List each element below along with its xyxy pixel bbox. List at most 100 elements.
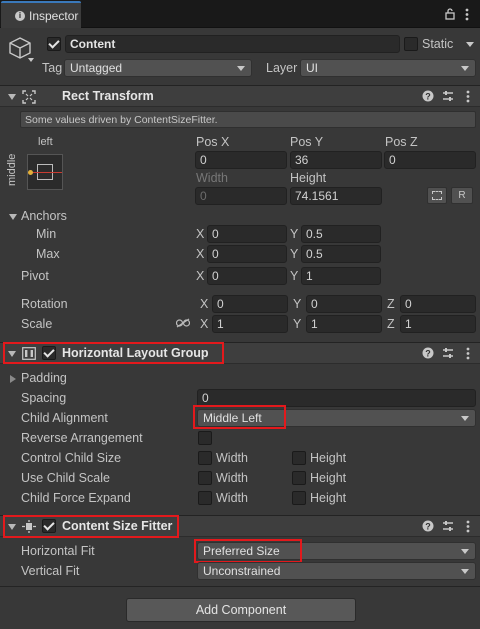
scale-height-label: Height [310,471,347,485]
pos-z-field[interactable]: 0 [384,151,476,169]
min-y-field[interactable]: 0.5 [301,225,381,243]
rect-transform-icon [22,90,36,104]
constrain-proportions-icon[interactable] [176,318,190,328]
reverse-arrangement-label: Reverse Arrangement [21,431,143,445]
info-icon: i [15,10,25,21]
lock-icon[interactable] [444,8,456,20]
anchor-h-label: left [38,136,53,148]
scale-width-label: Width [216,471,248,485]
horizontal-fit-label: Horizontal Fit [21,544,95,558]
icon-dropdown-arrow-icon[interactable] [28,58,34,62]
tab-bar: i Inspector [0,0,480,28]
scale-z-label: Z [387,317,395,331]
presets-icon[interactable] [442,520,454,532]
driven-info-box: Some values driven by ContentSizeFitter. [20,111,476,128]
object-name-field[interactable]: Content [65,35,400,53]
width-label: Width [196,171,228,185]
expand-height-label: Height [310,491,347,505]
min-y-label: Y [290,227,299,241]
control-height-checkbox[interactable] [292,451,306,465]
min-label: Min [36,227,57,241]
blueprint-mode-button[interactable] [427,187,447,204]
rot-x-field[interactable]: 0 [212,295,288,313]
active-checkbox[interactable] [47,37,61,51]
chevron-down-icon [461,66,469,71]
chevron-down-icon [461,549,469,554]
control-width-checkbox[interactable] [198,451,212,465]
layer-dropdown[interactable]: UI [300,59,476,77]
tag-dropdown[interactable]: Untagged [64,59,252,77]
kebab-menu-icon[interactable] [465,90,471,104]
rotation-label: Rotation [21,297,68,311]
height-label: Height [290,171,327,185]
expand-width-checkbox[interactable] [198,491,212,505]
scale-y-label: Y [293,317,302,331]
expand-width-label: Width [216,491,248,505]
max-y-field[interactable]: 0.5 [301,245,381,263]
svg-text:?: ? [425,349,431,359]
anchors-label[interactable]: Anchors [21,209,67,223]
chevron-down-icon [461,416,469,421]
rot-z-label: Z [387,297,395,311]
vertical-fit-dropdown[interactable]: Unconstrained [197,562,476,580]
rot-z-field[interactable]: 0 [400,295,476,313]
svg-text:?: ? [425,92,431,102]
static-dropdown-arrow-icon[interactable] [466,42,474,47]
presets-icon[interactable] [442,90,454,102]
scale-y-field[interactable]: 1 [306,315,382,333]
pivot-y-label: Y [290,269,299,283]
raw-edit-button[interactable]: R [451,187,473,204]
scale-height-checkbox[interactable] [292,471,306,485]
svg-text:?: ? [425,522,431,532]
chevron-down-icon [237,66,245,71]
vertical-fit-label: Vertical Fit [21,564,80,578]
pos-y-label: Pos Y [290,135,324,149]
expand-height-checkbox[interactable] [292,491,306,505]
reverse-arrangement-checkbox[interactable] [198,431,212,445]
use-child-scale-label: Use Child Scale [21,471,110,485]
padding-label[interactable]: Padding [21,371,67,385]
rot-y-field[interactable]: 0 [306,295,382,313]
child-alignment-label: Child Alignment [21,411,108,425]
control-height-label: Height [310,451,347,465]
control-width-label: Width [216,451,248,465]
anchor-v-label: middle [6,153,18,186]
min-x-field[interactable]: 0 [207,225,287,243]
rect-transform-header[interactable]: Rect Transform ? [0,85,480,107]
max-x-field[interactable]: 0 [207,245,287,263]
vertical-fit-value: Unconstrained [203,564,281,578]
max-y-label: Y [290,247,299,261]
kebab-menu-icon[interactable] [464,8,470,22]
pivot-label: Pivot [21,269,49,283]
pos-x-field[interactable]: 0 [195,151,287,169]
rect-transform-title: Rect Transform [62,89,154,103]
foldout-arrow-icon[interactable] [8,94,16,100]
spacing-label: Spacing [21,391,67,405]
kebab-menu-icon[interactable] [465,347,471,361]
pivot-y-field[interactable]: 1 [301,267,381,285]
pos-y-field[interactable]: 36 [290,151,382,169]
blueprint-icon [432,191,442,200]
scale-width-checkbox[interactable] [198,471,212,485]
rot-x-label: X [200,297,209,311]
padding-foldout-icon[interactable] [10,375,16,383]
static-checkbox[interactable] [404,37,418,51]
width-field: 0 [195,187,287,205]
pivot-x-field[interactable]: 0 [207,267,287,285]
anchors-foldout-icon[interactable] [9,214,17,220]
pos-z-label: Pos Z [385,135,418,149]
tab-inspector[interactable]: i Inspector [1,1,81,28]
scale-z-field[interactable]: 1 [400,315,476,333]
height-field[interactable]: 74.1561 [290,187,382,205]
pivot-x-label: X [196,269,205,283]
max-x-label: X [196,247,205,261]
scale-x-field[interactable]: 1 [212,315,288,333]
help-icon[interactable]: ? [422,347,434,359]
add-component-button[interactable]: Add Component [126,598,356,622]
help-icon[interactable]: ? [422,520,434,532]
anchor-presets-button[interactable] [27,154,63,190]
min-x-label: X [196,227,205,241]
kebab-menu-icon[interactable] [465,520,471,534]
presets-icon[interactable] [442,347,454,359]
help-icon[interactable]: ? [422,90,434,102]
